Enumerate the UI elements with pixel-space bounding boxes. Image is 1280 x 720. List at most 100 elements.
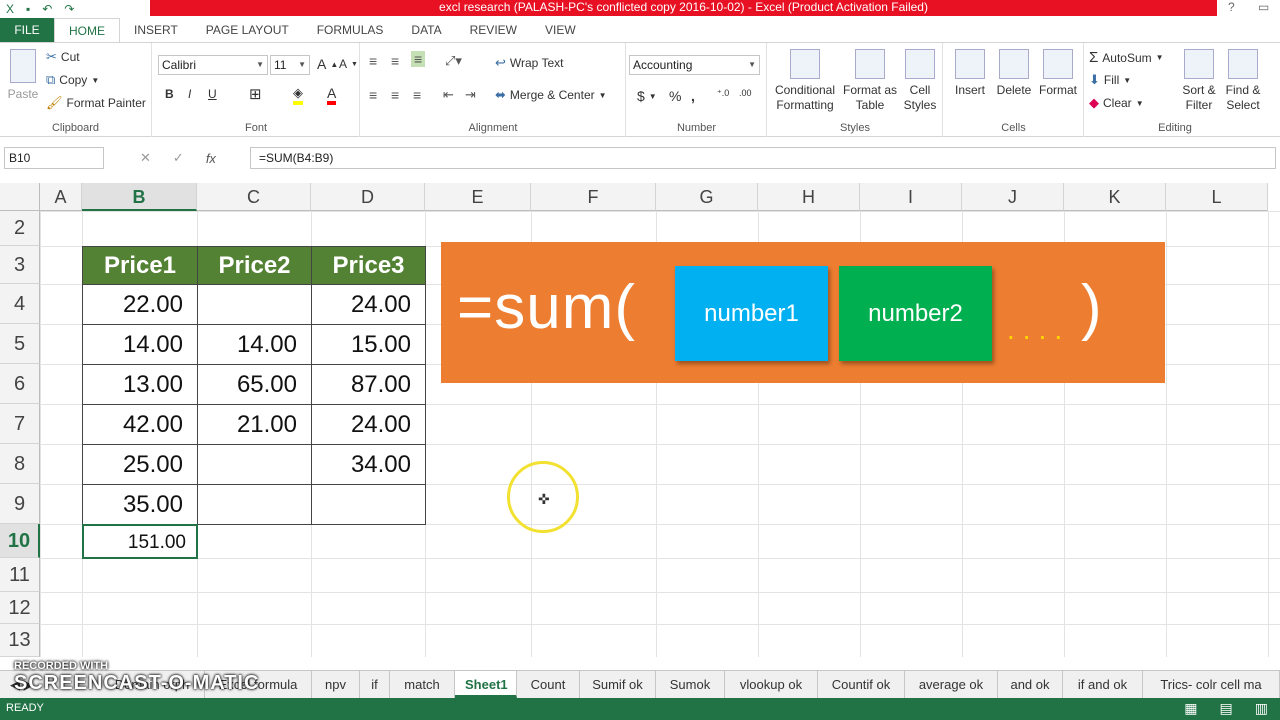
increase-decimal-button[interactable]: ⁺.0 xyxy=(717,88,729,99)
column-header-i[interactable]: I xyxy=(860,183,962,211)
tab-page-layout[interactable]: PAGE LAYOUT xyxy=(192,18,303,42)
bottom-align-button[interactable]: ≡ xyxy=(411,51,426,67)
table-cell[interactable] xyxy=(197,484,312,525)
row-header-13[interactable]: 13 xyxy=(0,624,40,657)
page-layout-view-icon[interactable]: ▤ xyxy=(1220,700,1233,717)
clear-button[interactable]: ◆ Clear ▼ xyxy=(1089,95,1144,111)
decrease-indent-button[interactable]: ⇤ xyxy=(443,87,454,103)
sheet-tab[interactable]: Sumif ok xyxy=(580,671,656,698)
tab-data[interactable]: DATA xyxy=(397,18,455,42)
row-header-11[interactable]: 11 xyxy=(0,558,40,592)
cut-button[interactable]: ✂ Cut xyxy=(46,49,80,65)
sheet-tab[interactable]: average ok xyxy=(905,671,998,698)
format-as-table-button[interactable]: Format as Table xyxy=(840,49,900,113)
sheet-tab[interactable]: Count xyxy=(517,671,580,698)
wrap-text-button[interactable]: ↩ Wrap Text xyxy=(495,55,563,71)
sheet-tab[interactable]: and ok xyxy=(998,671,1063,698)
sort-filter-button[interactable]: Sort & Filter xyxy=(1177,49,1221,113)
orientation-button[interactable]: ⤢▾ xyxy=(445,53,462,69)
table-cell[interactable]: 14.00 xyxy=(82,324,198,365)
table-cell[interactable]: 15.00 xyxy=(311,324,426,365)
currency-button[interactable]: $ ▼ xyxy=(637,88,657,104)
decrease-decimal-button[interactable]: .00 xyxy=(739,88,752,98)
middle-align-button[interactable]: ≡ xyxy=(391,53,399,69)
column-header-j[interactable]: J xyxy=(962,183,1064,211)
fill-color-button[interactable]: ◈ xyxy=(293,85,303,105)
shrink-font-button[interactable]: A ▼ xyxy=(339,57,358,71)
total-cell[interactable]: 151.00 xyxy=(82,524,198,559)
sheet-tab[interactable]: if xyxy=(360,671,390,698)
table-cell[interactable]: 34.00 xyxy=(311,444,426,485)
bold-button[interactable]: B xyxy=(165,87,174,101)
table-cell[interactable]: 87.00 xyxy=(311,364,426,405)
worksheet-grid[interactable]: ABCDEFGHIJKL 2 3 4 5 6 7 8 9 10 11 12 13 Price1 Pric… xyxy=(0,183,1280,657)
table-cell[interactable] xyxy=(311,484,426,525)
row-header-2[interactable]: 2 xyxy=(0,211,40,246)
table-header-cell[interactable]: Price3 xyxy=(311,246,426,285)
comma-button[interactable]: , xyxy=(691,88,695,104)
name-box[interactable]: B10 xyxy=(4,147,104,169)
autosum-button[interactable]: Σ AutoSum ▼ xyxy=(1089,49,1164,66)
row-header-12[interactable]: 12 xyxy=(0,592,40,624)
column-header-l[interactable]: L xyxy=(1166,183,1268,211)
copy-button[interactable]: ⧉ Copy ▼ xyxy=(46,72,99,88)
borders-button[interactable]: ⊞ xyxy=(249,85,262,103)
cell-styles-button[interactable]: Cell Styles xyxy=(900,49,940,113)
find-select-button[interactable]: Find & Select xyxy=(1221,49,1265,113)
grow-font-button[interactable]: A ▲ xyxy=(317,56,338,72)
tab-review[interactable]: REVIEW xyxy=(456,18,531,42)
italic-button[interactable]: I xyxy=(188,87,191,101)
font-name-select[interactable]: Calibri ▼ xyxy=(158,55,268,75)
table-cell[interactable]: 14.00 xyxy=(197,324,312,365)
delete-cells-button[interactable]: Delete xyxy=(992,49,1036,98)
tab-file[interactable]: FILE xyxy=(0,18,54,42)
table-cell[interactable]: 42.00 xyxy=(82,404,198,445)
format-cells-button[interactable]: Format xyxy=(1036,49,1080,98)
row-header-4[interactable]: 4 xyxy=(0,284,40,324)
table-cell[interactable]: 24.00 xyxy=(311,404,426,445)
row-header-8[interactable]: 8 xyxy=(0,444,40,484)
row-header-5[interactable]: 5 xyxy=(0,324,40,364)
insert-function-icon[interactable]: fx xyxy=(206,151,216,166)
number-format-select[interactable]: Accounting ▼ xyxy=(629,55,760,75)
tab-home[interactable]: HOME xyxy=(54,18,120,42)
normal-view-icon[interactable]: ▦ xyxy=(1184,700,1197,717)
table-cell[interactable]: 21.00 xyxy=(197,404,312,445)
table-cell[interactable]: 13.00 xyxy=(82,364,198,405)
table-header-cell[interactable]: Price2 xyxy=(197,246,312,285)
tab-view[interactable]: VIEW xyxy=(531,18,590,42)
insert-cells-button[interactable]: Insert xyxy=(948,49,992,98)
sheet-tab[interactable]: Trics- colr cell ma xyxy=(1143,671,1280,698)
redo-icon[interactable]: ↷ xyxy=(64,2,74,16)
table-cell[interactable] xyxy=(197,284,312,325)
column-header-e[interactable]: E xyxy=(425,183,531,211)
tab-formulas[interactable]: FORMULAS xyxy=(303,18,398,42)
column-header-k[interactable]: K xyxy=(1064,183,1166,211)
merge-center-button[interactable]: ⬌ Merge & Center ▼ xyxy=(495,87,607,103)
column-header-g[interactable]: G xyxy=(656,183,758,211)
row-header-7[interactable]: 7 xyxy=(0,404,40,444)
table-cell[interactable]: 22.00 xyxy=(82,284,198,325)
row-header-10[interactable]: 10 xyxy=(0,524,40,558)
sheet-tab[interactable]: Countif ok xyxy=(818,671,905,698)
row-header-3[interactable]: 3 xyxy=(0,246,40,284)
font-color-button[interactable]: A xyxy=(327,85,337,105)
sheet-tab[interactable]: match xyxy=(390,671,455,698)
column-header-d[interactable]: D xyxy=(311,183,425,211)
tab-insert[interactable]: INSERT xyxy=(120,18,192,42)
align-center-button[interactable]: ≡ xyxy=(391,87,399,103)
underline-button[interactable]: U xyxy=(208,87,217,101)
column-header-f[interactable]: F xyxy=(531,183,656,211)
sheet-tab[interactable]: npv xyxy=(312,671,360,698)
formula-input[interactable]: =SUM(B4:B9) xyxy=(250,147,1276,169)
align-left-button[interactable]: ≡ xyxy=(369,87,377,103)
page-break-view-icon[interactable]: ▥ xyxy=(1255,700,1268,717)
save-icon[interactable]: ▪ xyxy=(26,2,30,16)
format-painter-button[interactable]: 🖌 Format Painter xyxy=(46,95,146,111)
increase-indent-button[interactable]: ⇥ xyxy=(465,87,476,103)
table-cell[interactable] xyxy=(197,444,312,485)
table-cell[interactable]: 25.00 xyxy=(82,444,198,485)
column-header-c[interactable]: C xyxy=(197,183,311,211)
sheet-tab[interactable]: Sheet1 xyxy=(455,671,517,698)
align-right-button[interactable]: ≡ xyxy=(413,87,421,103)
